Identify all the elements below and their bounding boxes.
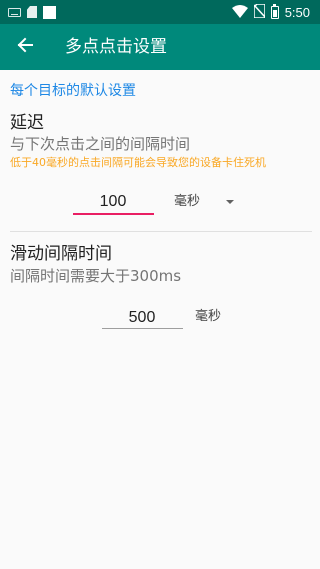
delay-summary: 与下次点击之间的间隔时间 — [10, 135, 191, 153]
dropdown-arrow-icon — [226, 200, 234, 204]
battery-icon — [270, 3, 279, 19]
delay-input-underline — [73, 213, 154, 215]
sd-card-icon — [27, 6, 37, 18]
divider — [10, 231, 312, 232]
swipe-interval-input[interactable] — [102, 306, 182, 330]
delay-warning: 低于40毫秒的点击间隔可能会导致您的设备卡住死机 — [10, 156, 266, 169]
status-time: 5:50 — [284, 4, 310, 20]
swipe-interval-title: 滑动间隔时间 — [10, 244, 112, 264]
page-title: 多点点击设置 — [65, 37, 167, 57]
keyboard-icon — [8, 7, 21, 17]
app-toolbar: 多点点击设置 — [0, 24, 320, 70]
status-bar-right: 5:50 — [231, 2, 310, 22]
swipe-input-underline — [102, 328, 183, 329]
no-sim-icon — [252, 2, 266, 22]
back-button[interactable] — [10, 32, 40, 62]
swipe-interval-summary: 间隔时间需要大于300ms — [10, 267, 182, 285]
status-bar-left — [8, 4, 56, 20]
delay-unit-spinner[interactable]: 毫秒 — [168, 190, 243, 214]
swipe-unit-label: 毫秒 — [195, 309, 222, 324]
delay-title: 延迟 — [10, 113, 44, 133]
arrow-back-icon — [17, 37, 33, 57]
section-header: 每个目标的默认设置 — [10, 83, 136, 99]
delay-input[interactable] — [73, 190, 153, 214]
status-bar: 5:50 — [0, 0, 320, 24]
square-icon — [43, 5, 56, 19]
wifi-icon — [231, 3, 248, 22]
delay-unit-label: 毫秒 — [174, 194, 201, 209]
